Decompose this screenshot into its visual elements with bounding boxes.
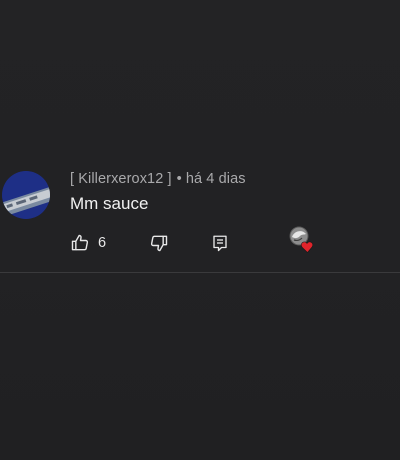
comment-divider — [0, 272, 400, 273]
app-screen: [ Killerxerox12 ] • há 4 dias Mm sauce 6 — [0, 0, 400, 460]
thumbs-down-icon — [150, 235, 168, 252]
comment-actions: 6 — [0, 226, 400, 260]
comment-timestamp: há 4 dias — [185, 171, 246, 187]
reply-comment-icon — [213, 235, 227, 252]
thumbs-up-icon — [71, 234, 89, 251]
like-count: 6 — [98, 235, 107, 251]
dislike-button[interactable] — [149, 230, 169, 256]
creator-heart-icon — [289, 226, 314, 253]
comment-meta: [ Killerxerox12 ] • há 4 dias — [70, 171, 246, 187]
comment-text: Mm sauce — [70, 194, 149, 213]
avatar[interactable] — [2, 171, 50, 219]
comment-thread: [ Killerxerox12 ] • há 4 dias Mm sauce 6 — [0, 160, 400, 272]
like-button[interactable]: 6 — [70, 230, 106, 256]
comment-author[interactable]: [ Killerxerox12 ] — [70, 171, 172, 187]
creator-heart-badge — [288, 226, 318, 253]
reply-button[interactable] — [211, 230, 229, 256]
meta-separator: • — [176, 171, 182, 187]
